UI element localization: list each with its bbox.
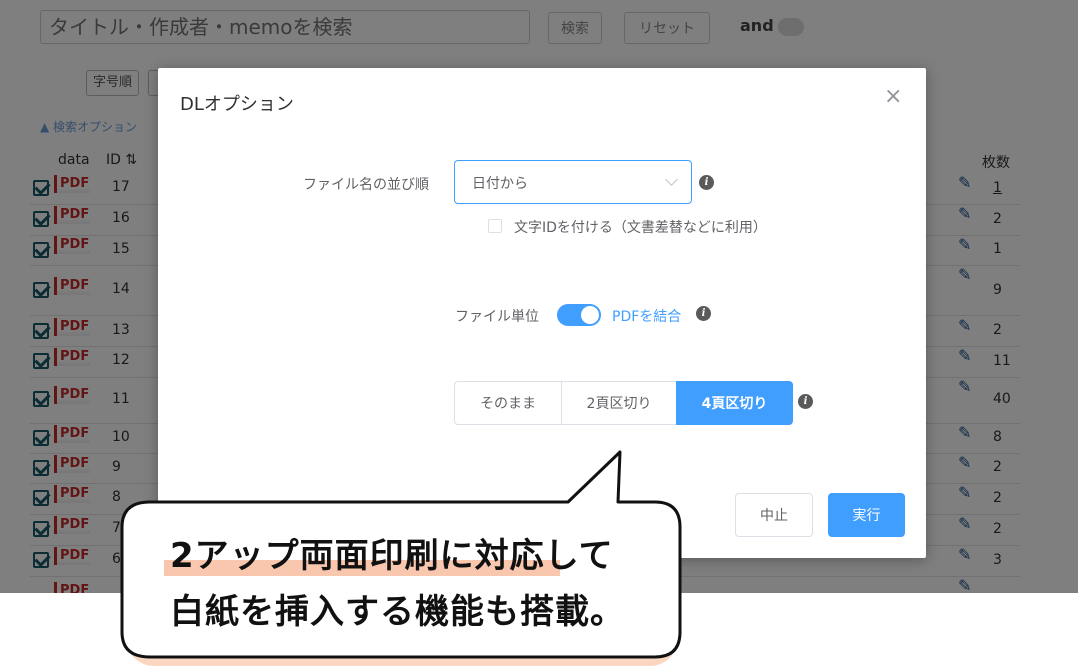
callout-line-2: 白紙を挿入する機能も搭載。	[170, 592, 625, 632]
callout-line-1: 2アップ両面印刷に対応して	[170, 536, 614, 576]
